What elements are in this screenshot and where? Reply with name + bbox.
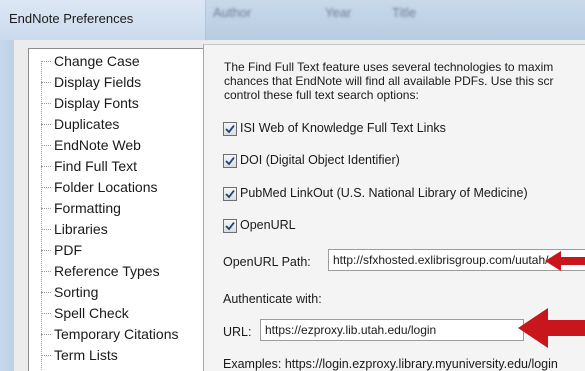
tree-item[interactable]: Folder Locations [41,177,207,198]
url-input[interactable] [261,320,523,340]
tree-item-label: Temporary Citations [54,326,179,342]
checkmark-icon [225,189,235,199]
window-frame-left [0,40,14,371]
url-field-box [260,319,524,341]
openurl-checkbox[interactable] [223,219,237,233]
openurl-checkbox-label: OpenURL [240,218,296,232]
tree-item[interactable]: Temporary Citations [41,324,207,345]
doi-checkbox[interactable] [223,154,237,168]
tree-branch-line [41,61,51,62]
authenticate-with-label: Authenticate with: [223,292,322,306]
tree-item[interactable]: Duplicates [41,114,207,135]
tree-branch-line [41,334,51,335]
tree-item-label: Display Fields [54,74,142,90]
examples-text: Examples: https://login.ezproxy.library.… [223,357,558,371]
tree-item-label: Formatting [54,200,121,216]
tree-branch-line [41,166,51,167]
tree-branch-line [41,103,51,104]
tree-item-label: Term Lists [54,347,118,363]
tree-item[interactable]: Display Fonts [41,93,207,114]
title-bar[interactable]: EndNote Preferences [0,0,585,40]
tree-item-label: Find Full Text [54,158,137,174]
tree-branch-line [41,271,51,272]
tree-branch-line [41,229,51,230]
tree-branch-line [41,145,51,146]
tree-item-label: Change Case [54,53,140,69]
tree-item-label: Sorting [54,284,99,300]
endnote-preferences-window: Author Year Title EndNote Preferences Ch… [0,0,585,371]
preferences-client-area: Change Case Display Fields Display Fonts Du… [14,40,585,371]
tree-branch-line [41,208,51,209]
openurl-path-label: OpenURL Path: [223,255,311,269]
description-line-2: chances that EndNote will find all avail… [224,74,554,88]
tree-item[interactable]: EndNote Web [41,135,207,156]
description-line-3: control these full text search options: [224,88,419,102]
tree-item[interactable]: Spell Check [41,303,207,324]
tree-item[interactable]: Reference Types [41,261,207,282]
tree-branch-line [41,82,51,83]
pubmed-checkbox[interactable] [223,187,237,201]
tree-item[interactable]: Formatting [41,198,207,219]
isi-checkbox-label: ISI Web of Knowledge Full Text Links [240,121,446,135]
tree-item-label: Display Fonts [54,95,139,111]
tree-item[interactable]: Libraries [41,219,207,240]
tree-branch-line [41,292,51,293]
tree-item[interactable]: Sorting [41,282,207,303]
tree-item[interactable]: Find Full Text [41,156,207,177]
preferences-category-tree: Change Case Display Fields Display Fonts Du… [28,48,208,371]
isi-checkbox[interactable] [223,122,237,136]
pubmed-checkbox-label: PubMed LinkOut (U.S. National Library of… [240,186,528,200]
window-title: EndNote Preferences [9,11,134,26]
tree-item-label: Duplicates [54,116,120,132]
tree-item-label: PDF [54,242,82,258]
tree-item[interactable]: PDF [41,240,207,261]
openurl-pointer-arrow-icon [545,251,585,271]
doi-checkbox-label: DOI (Digital Object Identifier) [240,153,400,167]
tree-item-label: Spell Check [54,305,129,321]
tree-branch-line [41,313,51,314]
checkmark-icon [225,221,235,231]
tree-branch-line [41,187,51,188]
description-line-1: The Find Full Text feature uses several … [224,60,554,74]
tree-item-label: Reference Types [54,263,160,279]
tree-branch-line [41,124,51,125]
checkmark-icon [225,156,235,166]
tree-branch-line [41,355,51,356]
tree-item-label: EndNote Web [54,137,141,153]
tree-item[interactable]: Term Lists [41,345,207,366]
tree-item-label: Libraries [54,221,108,237]
url-pointer-arrow-icon [518,308,585,348]
url-label: URL: [223,325,252,339]
checkmark-icon [225,124,235,134]
tree-item[interactable]: Change Case [41,51,207,72]
tree-item[interactable]: Display Fields [41,72,207,93]
tree-item-label: Folder Locations [54,179,158,195]
tree-branch-line [41,250,51,251]
